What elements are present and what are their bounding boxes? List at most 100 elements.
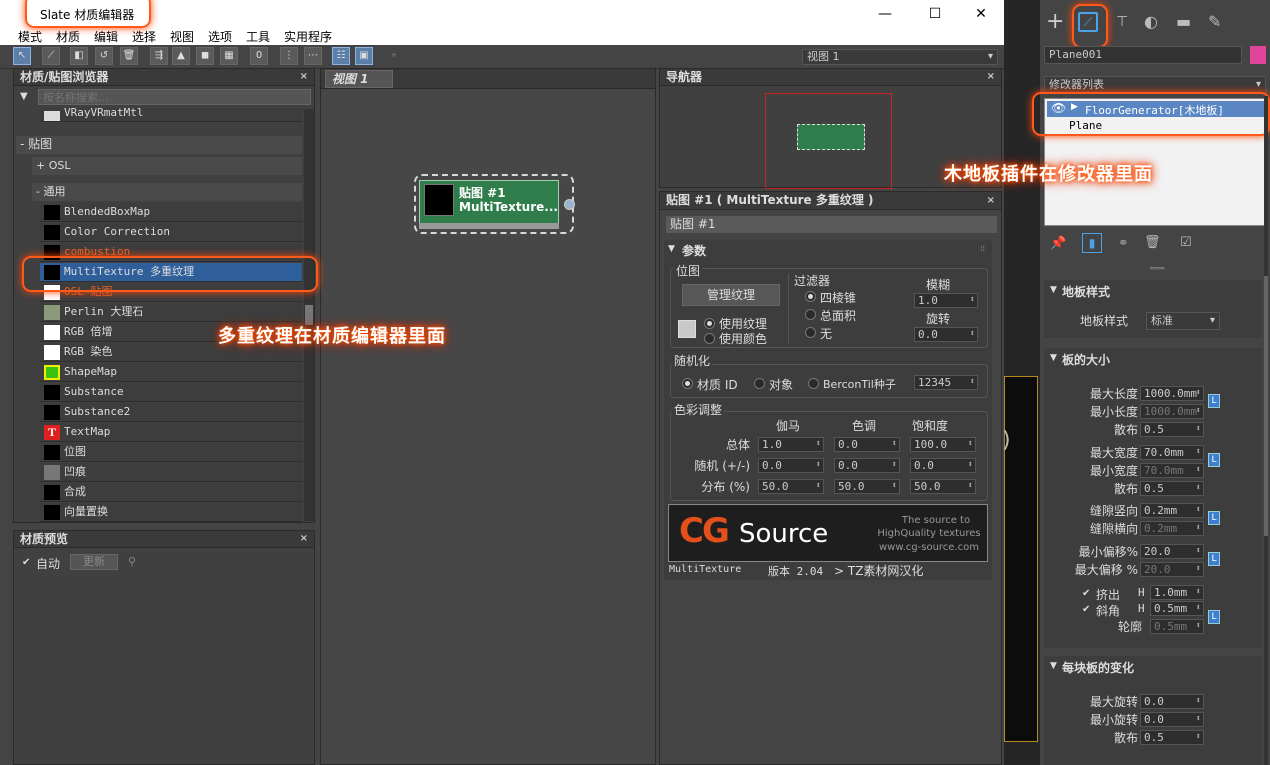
menu-select[interactable]: 选择 <box>132 28 156 45</box>
display-tab-icon[interactable]: ▬ <box>1176 12 1191 31</box>
search-input[interactable] <box>38 89 311 105</box>
move-children-icon[interactable]: ⇶ <box>150 47 168 65</box>
board-size-spinner[interactable]: 70.0mm <box>1140 463 1204 478</box>
close-button[interactable]: ✕ <box>958 2 1004 26</box>
manage-textures-button[interactable]: 管理纹理 <box>682 284 780 306</box>
browser-scrollbar[interactable] <box>304 109 314 521</box>
pin-stack-icon[interactable]: 📌 <box>1050 236 1066 251</box>
map-list-item[interactable]: Substance2 <box>40 403 302 422</box>
delete-icon[interactable]: 🗑 <box>120 47 138 65</box>
random-bercon-radio[interactable] <box>808 378 819 389</box>
hide-unused-icon[interactable]: ▲ <box>172 47 190 65</box>
map-list-item[interactable]: Substance <box>40 383 302 402</box>
extrude-spinner[interactable]: 1.0mm <box>1150 585 1204 600</box>
maximize-button[interactable]: ☐ <box>912 2 958 26</box>
preview-options-icon[interactable]: ⚲ <box>128 555 136 568</box>
variation-spinner[interactable]: 0.5 <box>1140 730 1204 745</box>
remove-modifier-icon[interactable]: 🗑 <box>1144 235 1161 250</box>
panel-divider-grip[interactable]: ═══ <box>1150 264 1164 273</box>
color-adjust-spinner[interactable]: 50.0 <box>834 479 900 494</box>
maps-group-header[interactable]: - 贴图 <box>16 136 302 154</box>
random-object-radio[interactable] <box>754 378 765 389</box>
extrude-checkbox[interactable]: ✔ <box>1082 588 1093 599</box>
browser-close-icon[interactable]: × <box>300 69 308 85</box>
menu-tools[interactable]: 工具 <box>246 28 270 45</box>
bevel-spinner[interactable]: 0.5mm <box>1150 601 1204 616</box>
length-lock-button[interactable]: L <box>1208 394 1220 408</box>
board-size-spinner[interactable]: 0.5 <box>1140 481 1204 496</box>
utilities-tab-icon[interactable]: ✎ <box>1208 12 1221 31</box>
preview-close-icon[interactable]: × <box>300 531 308 547</box>
params-close-icon[interactable]: × <box>987 192 995 209</box>
color-adjust-spinner[interactable]: 1.0 <box>758 437 824 452</box>
rollout-collapse-icon[interactable]: ▼ <box>1050 353 1057 363</box>
use-texture-radio[interactable] <box>704 318 715 329</box>
color-adjust-spinner[interactable]: 100.0 <box>910 437 976 452</box>
random-material-id-radio[interactable] <box>682 378 693 389</box>
map-list-item[interactable]: 向量置换 <box>40 503 302 522</box>
color-adjust-spinner[interactable]: 50.0 <box>910 479 976 494</box>
bevel-checkbox[interactable]: ✔ <box>1082 604 1093 615</box>
width-lock-button[interactable]: L <box>1208 453 1220 467</box>
bevel-lock-button[interactable]: L <box>1208 610 1220 624</box>
minimize-button[interactable]: — <box>862 2 908 26</box>
map-list-item[interactable]: 合成 <box>40 483 302 502</box>
view-dropdown[interactable]: 视图 1 <box>802 49 998 65</box>
list-item[interactable]: VRayVRmatMtl <box>40 108 302 122</box>
color-adjust-spinner[interactable]: 0.0 <box>910 458 976 473</box>
board-size-spinner[interactable]: 0.2mm <box>1140 521 1204 536</box>
update-button[interactable]: 更新 <box>70 554 118 570</box>
rollout-collapse-icon[interactable]: ▼ <box>1050 661 1057 671</box>
board-size-spinner[interactable]: 1000.0mm <box>1140 404 1204 419</box>
show-end-result-icon[interactable]: ▮ <box>1082 233 1102 253</box>
map-list-item[interactable]: T TextMap <box>40 423 302 442</box>
browser-toggle-icon[interactable]: ☷ <box>332 47 350 65</box>
board-size-spinner[interactable]: 1000.0mm <box>1140 386 1204 401</box>
osl-group-header[interactable]: + OSL <box>32 157 302 175</box>
map-name-field[interactable]: 贴图 #1 <box>666 216 997 233</box>
params-rollout-title[interactable]: 参数 <box>682 242 706 259</box>
layout-children-icon[interactable]: ⋯ <box>304 47 322 65</box>
board-size-spinner[interactable]: 70.0mm <box>1140 445 1204 460</box>
object-name-field[interactable]: Plane001 <box>1044 46 1242 64</box>
command-scrollbar-thumb[interactable] <box>1264 276 1268 536</box>
menu-options[interactable]: 选项 <box>208 28 232 45</box>
background-icon[interactable]: ▦ <box>220 47 238 65</box>
floor-style-header[interactable]: 地板样式 <box>1062 283 1110 300</box>
map-list-item[interactable]: 凹痕 <box>40 463 302 482</box>
params-toggle-icon[interactable]: ▣ <box>355 47 373 65</box>
menu-edit[interactable]: 编辑 <box>94 28 118 45</box>
motion-tab-icon[interactable]: ◐ <box>1144 12 1158 31</box>
command-panel-scrollbar[interactable] <box>1264 96 1268 765</box>
hierarchy-tab-icon[interactable]: ⊤ <box>1116 14 1128 30</box>
menu-utilities[interactable]: 实用程序 <box>284 28 332 45</box>
board-size-header[interactable]: 板的大小 <box>1062 351 1110 368</box>
blur-spinner[interactable]: 1.0 <box>914 293 978 308</box>
rollout-collapse-icon[interactable]: ▼ <box>668 244 675 254</box>
show-map-icon[interactable]: ◼ <box>196 47 214 65</box>
board-size-spinner[interactable]: 20.0 <box>1140 562 1204 577</box>
floor-style-dropdown[interactable]: 标准 <box>1146 312 1220 330</box>
gap-lock-button[interactable]: L <box>1208 511 1220 525</box>
select-tool-icon[interactable]: ↖ <box>13 47 31 65</box>
map-list-item[interactable]: Color Correction <box>40 223 302 242</box>
reset-icon[interactable]: ↺ <box>95 47 113 65</box>
node-output-socket[interactable] <box>564 199 575 210</box>
seed-spinner[interactable]: 12345 <box>914 375 978 390</box>
general-group-header[interactable]: - 通用 <box>32 183 302 201</box>
object-color-swatch[interactable] <box>1250 46 1266 64</box>
menu-view[interactable]: 视图 <box>170 28 194 45</box>
tab-view-1[interactable]: 视图 1 <box>325 70 393 88</box>
map-list-item[interactable]: 位图 <box>40 443 302 462</box>
variation-spinner[interactable]: 0.0 <box>1140 694 1204 709</box>
board-size-spinner[interactable]: 0.2mm <box>1140 503 1204 518</box>
create-tab-icon[interactable]: + <box>1046 10 1064 34</box>
filter-none-radio[interactable] <box>805 327 816 338</box>
variation-spinner[interactable]: 0.0 <box>1140 712 1204 727</box>
map-list-item[interactable]: BlendedBoxMap <box>40 203 302 222</box>
color-adjust-spinner[interactable]: 0.0 <box>834 458 900 473</box>
auto-checkbox[interactable]: ✔ <box>22 557 33 568</box>
navigator-close-icon[interactable]: × <box>987 69 995 85</box>
pick-icon[interactable]: ⌖ <box>385 47 403 65</box>
assign-material-icon[interactable]: ◧ <box>70 47 88 65</box>
